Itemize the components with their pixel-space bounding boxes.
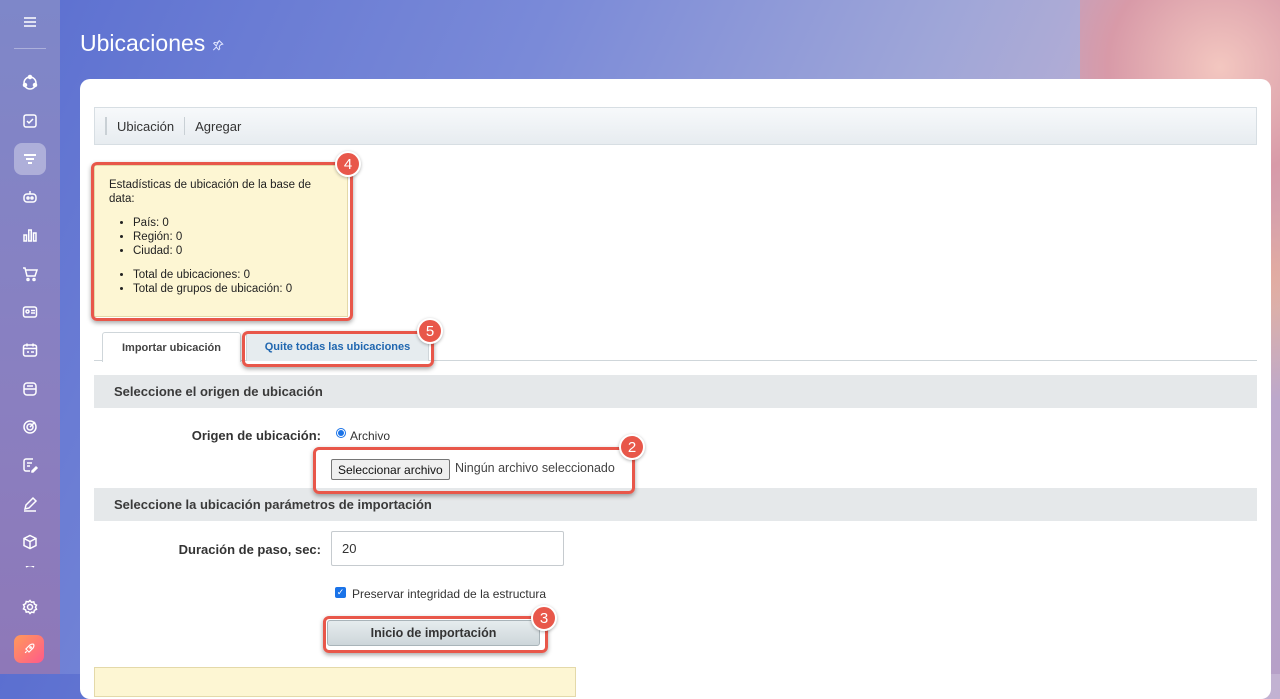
robot-icon[interactable] (14, 181, 46, 213)
settings-icon[interactable] (14, 591, 46, 623)
more-icon[interactable] (14, 566, 46, 576)
bottom-note-panel (94, 667, 576, 697)
badge-2: 2 (619, 434, 645, 460)
toolbar: Ubicación Agregar (94, 107, 1257, 145)
add-button[interactable]: Agregar (185, 119, 251, 134)
edit-doc-icon[interactable] (14, 449, 46, 481)
highlight-remove-tab (242, 331, 434, 367)
archivo-radio-label[interactable]: Archivo (350, 429, 390, 443)
sidebar-divider (14, 48, 46, 49)
step-duration-input[interactable]: 20 (331, 531, 564, 566)
menu-icon[interactable] (14, 6, 46, 38)
badge-5: 5 (417, 318, 443, 344)
pin-icon[interactable] (212, 38, 224, 54)
badge-4: 4 (335, 151, 361, 177)
highlight-start-import (323, 616, 548, 653)
origin-label: Origen de ubicación: (191, 428, 321, 443)
preserve-structure-label[interactable]: Preservar integridad de la estructura (352, 587, 546, 601)
calendar-icon[interactable] (14, 334, 46, 366)
target-icon[interactable] (14, 411, 46, 443)
section-params-header: Seleccione la ubicación parámetros de im… (94, 488, 1257, 521)
left-sidebar (0, 0, 60, 674)
pen-icon[interactable] (14, 488, 46, 520)
filter-icon[interactable] (14, 143, 46, 175)
step-duration-label: Duración de paso, sec: (178, 542, 321, 557)
chart-icon[interactable] (14, 219, 46, 251)
tasks-icon[interactable] (14, 105, 46, 137)
page-title: Ubicaciones (80, 30, 206, 56)
contacts-icon[interactable] (14, 296, 46, 328)
cart-icon[interactable] (14, 258, 46, 290)
highlight-stats (91, 162, 353, 321)
preserve-structure-checkbox[interactable]: ✓ (335, 587, 346, 598)
box-icon[interactable] (14, 526, 46, 558)
location-button[interactable]: Ubicación (107, 119, 184, 134)
tab-import-location[interactable]: Importar ubicación (102, 332, 241, 362)
highlight-file-select (313, 447, 635, 494)
rocket-icon[interactable] (14, 635, 44, 663)
inbox-icon[interactable] (14, 373, 46, 405)
archivo-radio[interactable] (336, 428, 346, 438)
badge-3: 3 (531, 605, 557, 631)
deals-icon[interactable] (14, 67, 46, 99)
section-origin-header: Seleccione el origen de ubicación (94, 375, 1257, 408)
